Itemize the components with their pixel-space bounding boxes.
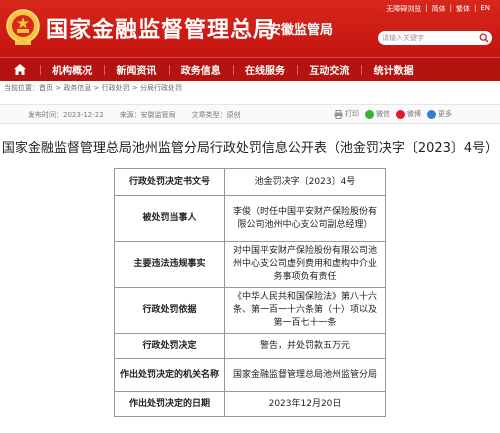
table-key: 被处罚当事人 — [114, 195, 225, 242]
breadcrumb-penalty[interactable]: 行政处罚 — [102, 84, 130, 92]
table-row: 行政处罚决定 警告，并处罚款五万元 — [114, 333, 386, 359]
table-key: 作出处罚决定的日期 — [114, 391, 225, 417]
top-links: 无障碍浏览 | 简体 | 繁体 | EN — [386, 4, 490, 14]
simplified-link[interactable]: 简体 — [432, 4, 446, 14]
table-row: 作出处罚决定的日期 2023年12月20日 — [114, 391, 386, 417]
nav-item-online-service[interactable]: 在线服务 — [232, 62, 297, 77]
search-box — [378, 31, 492, 45]
national-emblem-icon — [6, 9, 40, 45]
nav-item-statistics[interactable]: 统计数据 — [361, 62, 425, 77]
breadcrumb-separator: > — [91, 84, 102, 92]
nav-item-news[interactable]: 新闻资讯 — [104, 62, 168, 77]
top-links-separator: | — [449, 4, 452, 12]
wechat-share-button[interactable]: 微信 — [365, 109, 390, 119]
table-key: 行政处罚决定书文号 — [114, 168, 225, 196]
weibo-share-button[interactable]: 微博 — [396, 109, 421, 119]
source: 来源：安徽监管局 — [119, 111, 176, 119]
wechat-label: 微信 — [376, 110, 390, 118]
search-icon[interactable] — [479, 33, 489, 43]
table-value: 警告，并处罚款五万元 — [224, 333, 386, 359]
english-link[interactable]: EN — [480, 4, 490, 14]
table-key: 作出处罚决定的机关名称 — [114, 358, 225, 392]
table-row: 行政处罚依据 《中华人民共和国保险法》第八十六条、第一百一十六条第（十）项以及第… — [114, 287, 386, 334]
weibo-label: 微博 — [407, 110, 421, 118]
breadcrumb-separator: > — [53, 84, 64, 92]
table-value: 《中华人民共和国保险法》第八十六条、第一百一十六条第（十）项以及第一百七十一条 — [224, 287, 386, 334]
breadcrumb-branch-penalty[interactable]: 分局行政处罚 — [140, 84, 182, 92]
nav-item-interaction[interactable]: 互动交流 — [297, 62, 361, 77]
document-title: 国家金融监督管理总局池州监管分局行政处罚信息公开表（池金罚决字〔2023〕4号） — [1, 141, 499, 156]
table-row: 主要违法违规事实 对中国平安财产保险股份有限公司池州中心支公司虚列费用和虚构中介… — [114, 241, 386, 288]
table-value: 池金罚决字〔2023〕4号 — [224, 168, 386, 196]
table-key: 行政处罚决定 — [114, 333, 225, 359]
breadcrumb-separator: > — [129, 84, 140, 92]
table-key: 主要违法违规事实 — [114, 241, 225, 288]
nav-item-gov-info[interactable]: 政务信息 — [168, 62, 233, 77]
print-button[interactable]: 打印 — [334, 109, 359, 119]
site-header: 国家金融监督管理总局 安徽监管局 无障碍浏览 | 简体 | 繁体 | EN — [0, 0, 500, 57]
table-row: 被处罚当事人 李俊（时任中国平安财产保险股份有限公司池州中心支公司副总经理） — [114, 195, 386, 242]
home-icon — [14, 64, 26, 75]
breadcrumb-prefix: 当前位置： — [4, 84, 39, 92]
branch-title: 安徽监管局 — [268, 23, 334, 38]
breadcrumb-gov-info[interactable]: 政务信息 — [63, 84, 91, 92]
accessibility-link[interactable]: 无障碍浏览 — [386, 4, 421, 14]
table-value: 2023年12月20日 — [224, 391, 386, 417]
publish-time: 发布时间：2023-12-22 — [28, 111, 104, 119]
table-value: 对中国平安财产保险股份有限公司池州中心支公司虚列费用和虚构中介业务事项负有责任 — [224, 241, 386, 288]
article-meta: 发布时间：2023-12-22 来源：安徽监管局 文章类型：原创 打印 微信 微… — [0, 104, 500, 124]
table-key: 行政处罚依据 — [114, 287, 225, 334]
nav-home[interactable] — [0, 58, 40, 82]
share-bar: 打印 微信 微博 更多 — [334, 109, 452, 119]
site-title[interactable]: 国家金融监督管理总局 — [46, 12, 276, 44]
weibo-icon — [396, 109, 405, 119]
top-links-separator: | — [473, 4, 477, 12]
more-label: 更多 — [438, 110, 452, 118]
wechat-icon — [365, 109, 374, 119]
table-row: 行政处罚决定书文号 池金罚决字〔2023〕4号 — [114, 168, 386, 196]
top-links-separator: | — [425, 4, 428, 12]
meta-info: 发布时间：2023-12-22 来源：安徽监管局 文章类型：原创 — [28, 110, 241, 120]
print-label: 打印 — [345, 110, 359, 118]
table-value: 国家金融监督管理总局池州监管分局 — [224, 358, 386, 392]
doc-type: 文章类型：原创 — [191, 111, 241, 119]
breadcrumb-home[interactable]: 首页 — [39, 84, 53, 92]
penalty-info-table: 行政处罚决定书文号 池金罚决字〔2023〕4号 被处罚当事人 李俊（时任中国平安… — [114, 168, 386, 417]
search-input[interactable] — [382, 31, 476, 45]
traditional-link[interactable]: 繁体 — [456, 4, 470, 14]
nav-item-about[interactable]: 机构概况 — [40, 62, 104, 77]
print-icon — [334, 109, 343, 119]
breadcrumb: 当前位置：首页 > 政务信息 > 行政处罚 > 分局行政处罚 — [4, 83, 182, 93]
main-nav: 机构概况 新闻资讯 政务信息 在线服务 互动交流 统计数据 — [0, 57, 500, 81]
more-share-button[interactable]: 更多 — [427, 109, 452, 119]
more-icon — [427, 109, 436, 119]
table-row: 作出处罚决定的机关名称 国家金融监督管理总局池州监管分局 — [114, 358, 386, 392]
table-value: 李俊（时任中国平安财产保险股份有限公司池州中心支公司副总经理） — [224, 195, 386, 242]
